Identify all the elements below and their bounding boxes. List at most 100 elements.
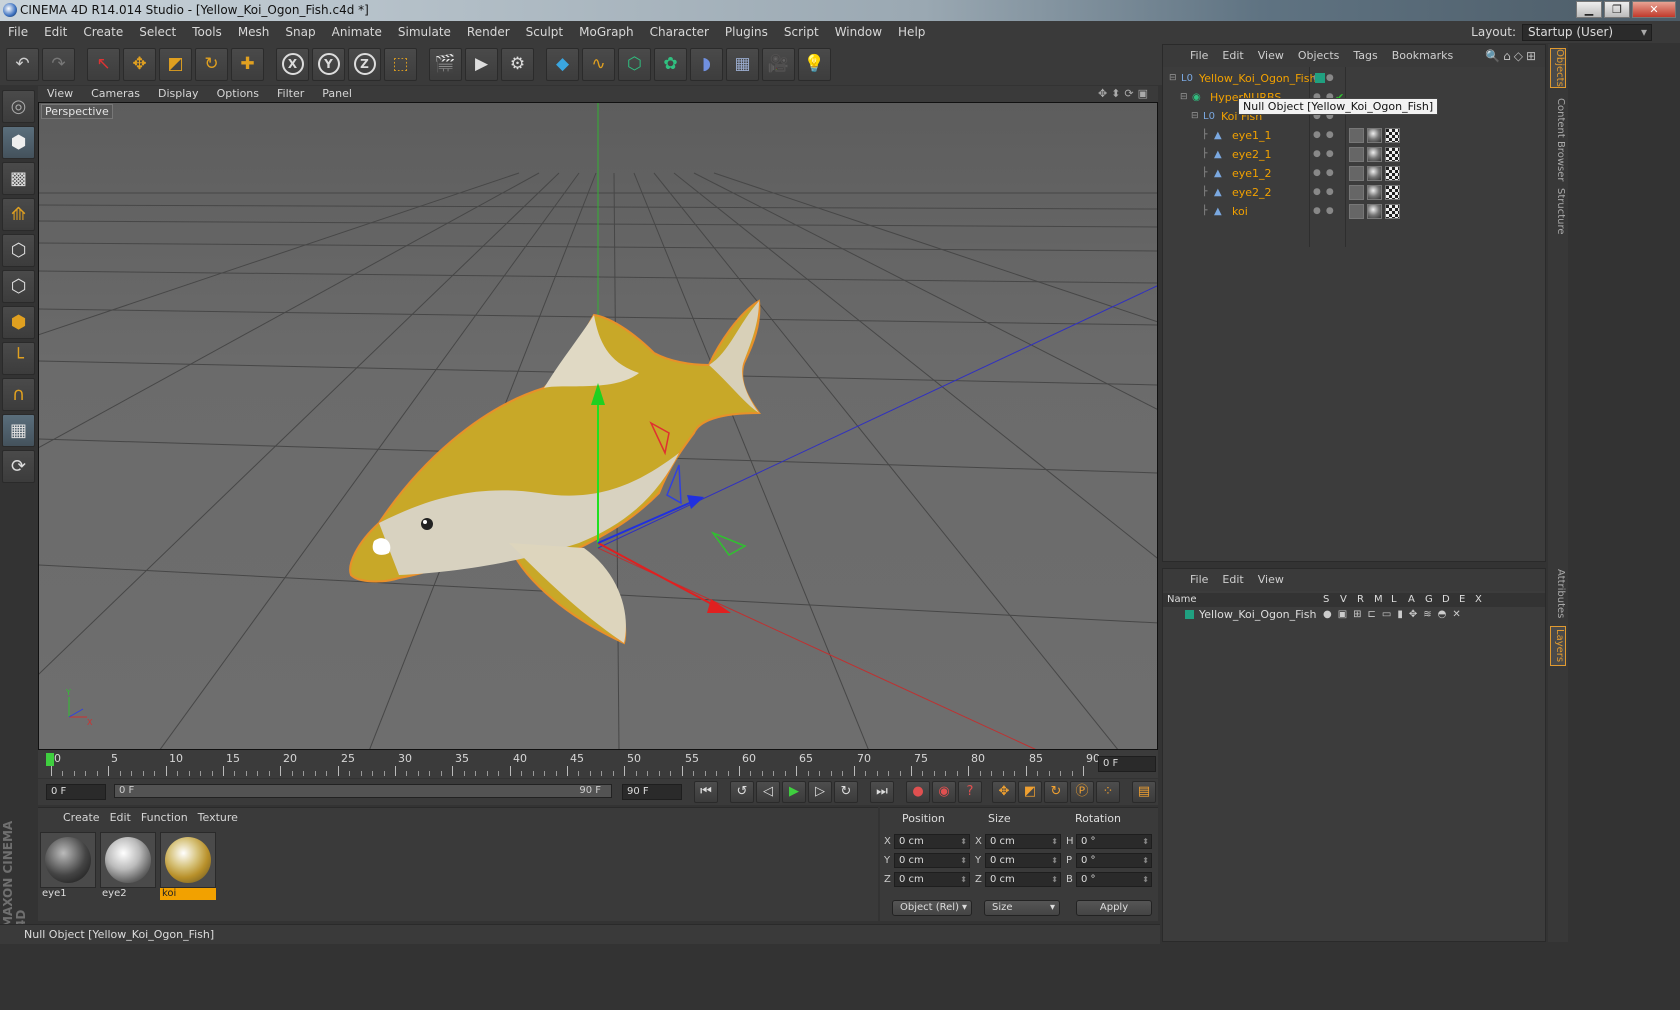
key-position-button[interactable]: ✥ (992, 781, 1016, 803)
expand-toggle-icon[interactable]: ├ (1202, 202, 1207, 221)
tab-layers[interactable]: Layers (1550, 626, 1566, 666)
rotation-field[interactable]: 0 ° (1076, 872, 1152, 887)
expand-toggle-icon[interactable]: ├ (1202, 145, 1207, 164)
layer-column-d[interactable]: D (1442, 593, 1450, 607)
material-menu-function[interactable]: Function (136, 808, 193, 828)
play-button[interactable]: ▶ (782, 781, 806, 803)
key-rotation-button[interactable]: ↻ (1044, 781, 1068, 803)
lock-workplane-icon[interactable]: ⟳ (2, 450, 35, 483)
object-menu-edit[interactable]: Edit (1215, 45, 1250, 67)
menu-file[interactable]: File (0, 21, 36, 43)
layout-dropdown[interactable]: Startup (User) (1522, 23, 1652, 41)
workplane-icon[interactable]: ⟰ (2, 198, 35, 231)
material-menu-edit[interactable]: Edit (105, 808, 136, 828)
preview-range-slider[interactable]: 0 F 90 F (114, 784, 612, 798)
phong-tag-icon[interactable] (1349, 204, 1364, 219)
phong-tag-icon[interactable] (1349, 166, 1364, 181)
close-button[interactable]: ✕ (1632, 1, 1676, 18)
render-picture-viewer-icon[interactable]: ▶ (465, 47, 498, 81)
uvw-tag-icon[interactable] (1385, 147, 1400, 162)
size-field[interactable]: 0 cm (985, 834, 1061, 849)
recent-tool-icon[interactable]: ✚ (231, 47, 264, 81)
key-scale-button[interactable]: ◩ (1018, 781, 1042, 803)
start-frame-field[interactable]: 0 F (46, 784, 106, 800)
key-parameter-button[interactable]: Ⓟ (1070, 781, 1094, 803)
floor-icon[interactable]: ▦ (726, 47, 759, 81)
position-field[interactable]: 0 cm (894, 834, 970, 849)
tab-content-browser[interactable]: Content Browser (1550, 92, 1566, 188)
expand-toggle-icon[interactable]: ⊟ (1169, 69, 1177, 88)
size-field[interactable]: 0 cm (985, 853, 1061, 868)
menu-render[interactable]: Render (459, 21, 518, 43)
undo-icon[interactable]: ↶ (6, 47, 39, 81)
layer-column-g[interactable]: G (1425, 593, 1433, 607)
z-axis-lock-icon[interactable]: Z (348, 47, 381, 81)
y-axis-lock-icon[interactable]: Y (312, 47, 345, 81)
expand-toggle-icon[interactable]: ├ (1202, 183, 1207, 202)
rotation-field[interactable]: 0 ° (1076, 853, 1152, 868)
size-field[interactable]: 0 cm (985, 872, 1061, 887)
layer-column-l[interactable]: L (1391, 593, 1397, 607)
previous-key-button[interactable]: ↺ (730, 781, 754, 803)
uvw-tag-icon[interactable] (1385, 128, 1400, 143)
texture-tag-icon[interactable] (1367, 128, 1382, 143)
tab-structure[interactable]: Structure (1550, 186, 1566, 236)
go-to-start-button[interactable]: ⏮ (694, 781, 718, 803)
magnet-icon[interactable]: ∩ (2, 378, 35, 411)
viewport-menu-display[interactable]: Display (149, 86, 208, 102)
visibility-dots-icon[interactable]: ●● (1313, 164, 1339, 183)
perspective-viewport[interactable]: Y X Perspective (38, 102, 1158, 750)
expand-toggle-icon[interactable]: ├ (1202, 164, 1207, 183)
layer-column-name[interactable]: Name (1167, 593, 1197, 607)
expand-toggle-icon[interactable]: ⊟ (1180, 88, 1188, 107)
key-pla-button[interactable]: ⁘ (1096, 781, 1120, 803)
points-mode-icon[interactable]: ⬡ (2, 234, 35, 267)
visibility-dots-icon[interactable]: ●● (1313, 145, 1339, 164)
size-mode-dropdown[interactable]: Size (984, 900, 1060, 916)
object-menu-file[interactable]: File (1183, 45, 1215, 67)
timeline-window-button[interactable]: ▤ (1132, 781, 1156, 803)
snap-icon[interactable]: ▦ (2, 414, 35, 447)
deformer-icon[interactable]: ◗ (690, 47, 723, 81)
cube-icon[interactable]: ◆ (546, 47, 579, 81)
make-editable-icon[interactable]: ◎ (2, 90, 35, 123)
current-frame-field[interactable]: 0 F (1098, 756, 1156, 772)
layer-color-tag[interactable] (1315, 73, 1325, 83)
texture-tag-icon[interactable] (1367, 185, 1382, 200)
menu-animate[interactable]: Animate (324, 21, 390, 43)
menu-tools[interactable]: Tools (184, 21, 230, 43)
material-swatch[interactable]: eye2 (100, 832, 156, 900)
menu-select[interactable]: Select (131, 21, 184, 43)
axis-mode-icon[interactable]: └ (2, 342, 35, 375)
menu-edit[interactable]: Edit (36, 21, 75, 43)
spline-icon[interactable]: ∿ (582, 47, 615, 81)
object-tree-row[interactable]: ├ ▲ eye2_2 ●● (1163, 183, 1545, 202)
camera-icon[interactable]: 🎥 (762, 47, 795, 81)
texture-tag-icon[interactable] (1367, 204, 1382, 219)
autokeying-button[interactable]: ◉ (932, 781, 956, 803)
layer-column-m[interactable]: M (1374, 593, 1383, 607)
object-tree-row[interactable]: ├ ▲ eye1_2 ●● (1163, 164, 1545, 183)
layer-column-e[interactable]: E (1459, 593, 1465, 607)
record-keys-button[interactable]: ● (906, 781, 930, 803)
uvw-tag-icon[interactable] (1385, 204, 1400, 219)
object-tree-row[interactable]: ⊟ L0 Yellow_Koi_Ogon_Fish ●● (1163, 69, 1545, 88)
layer-menu-file[interactable]: File (1183, 569, 1215, 591)
polygons-mode-icon[interactable]: ⬢ (2, 306, 35, 339)
viewport-menu-filter[interactable]: Filter (268, 86, 313, 102)
object-menu-objects[interactable]: Objects (1291, 45, 1347, 67)
material-swatch[interactable]: koi (160, 832, 216, 900)
edges-mode-icon[interactable]: ⬡ (2, 270, 35, 303)
expand-toggle-icon[interactable]: ├ (1202, 126, 1207, 145)
material-swatch[interactable]: eye1 (40, 832, 96, 900)
viewport-camera-label[interactable]: Perspective (41, 104, 113, 119)
timeline-ruler[interactable]: 0 5 10 15 20 25 30 35 40 45 50 55 60 65 70 75 80 85 90 0 F (38, 750, 1158, 778)
coordinate-mode-dropdown[interactable]: Object (Rel) (892, 900, 972, 916)
object-menu-tags[interactable]: Tags (1346, 45, 1384, 67)
texture-tag-icon[interactable] (1367, 166, 1382, 181)
go-to-end-button[interactable]: ⏭ (870, 781, 894, 803)
phong-tag-icon[interactable] (1349, 147, 1364, 162)
viewport-menu-options[interactable]: Options (208, 86, 268, 102)
layer-row[interactable]: Yellow_Koi_Ogon_Fish ●▣⊞⊏▭▮✥≋◓✕ (1163, 607, 1545, 622)
array-icon[interactable]: ✿ (654, 47, 687, 81)
